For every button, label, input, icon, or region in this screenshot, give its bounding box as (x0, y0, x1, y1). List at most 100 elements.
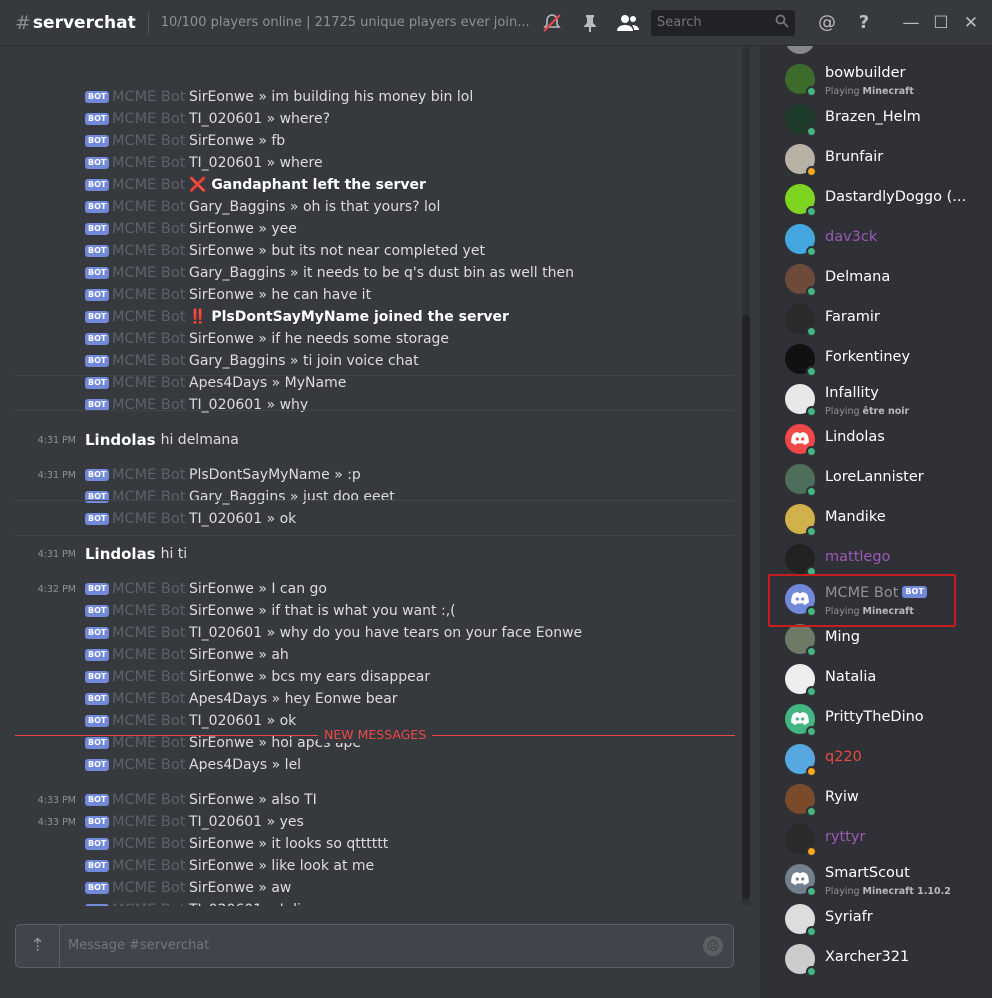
member-name[interactable]: Forkentiney (825, 349, 910, 365)
member-item[interactable]: PrittyTheDino (760, 699, 992, 739)
message-row[interactable]: 4:31 PM Lindolas hi ti (0, 543, 740, 565)
message-scrollbar-thumb[interactable] (742, 315, 750, 899)
member-name[interactable]: Faramir (825, 309, 880, 325)
emoji-picker-icon[interactable]: ☹ (703, 936, 723, 956)
member-name[interactable]: DastardlyDoggo (... (825, 189, 966, 205)
message-row[interactable]: BOT MCME Bot ❌ Gandaphant left the server (0, 174, 740, 196)
member-name[interactable]: Brazen_Helm (825, 109, 921, 125)
minimize-icon[interactable]: — (900, 12, 922, 34)
message-author[interactable]: MCME Bot (112, 899, 185, 906)
member-item[interactable]: LoreLannister (760, 459, 992, 499)
message-row[interactable]: 4:33 PM BOT MCME Bot TI_020601 » yes (0, 811, 740, 833)
message-author[interactable]: MCME Bot (112, 666, 185, 688)
message-author[interactable]: MCME Bot (112, 877, 185, 899)
member-item[interactable]: DastardlyDoggo (... (760, 179, 992, 219)
member-item[interactable]: Lindolas (760, 419, 992, 459)
message-author[interactable]: MCME Bot (112, 174, 185, 196)
message-author[interactable]: MCME Bot (112, 328, 185, 350)
message-row[interactable]: BOTMCME Bot TI_020601 » I disagree (0, 899, 740, 906)
message-row[interactable]: BOT MCME Bot SirEonwe » im building his mo… (0, 86, 740, 108)
member-item[interactable]: Brazen_Helm (760, 99, 992, 139)
help-icon[interactable]: ? (853, 12, 875, 34)
member-name[interactable]: Delmana (825, 269, 890, 285)
member-item[interactable]: Natalia (760, 659, 992, 699)
message-author[interactable]: MCME Bot (112, 284, 185, 306)
message-author[interactable]: MCME Bot (112, 811, 185, 833)
member-name[interactable]: Mandike (825, 509, 886, 525)
member-item[interactable]: bowbuilder Playing Minecraft (760, 59, 992, 99)
member-name[interactable]: mattlego (825, 549, 890, 565)
message-row[interactable]: BOT MCME Bot SirEonwe » if he needs some s… (0, 328, 740, 350)
message-row[interactable]: BOT MCME Bot SirEonwe » ah (0, 644, 740, 666)
message-composer[interactable]: ⇡ Message #serverchat ☹ (15, 924, 734, 968)
message-row[interactable]: BOT MCME Bot Apes4Days » hey Eonwe bear (0, 688, 740, 710)
message-row[interactable]: 4:31 PM Lindolas hi delmana (0, 429, 740, 451)
member-item[interactable] (760, 46, 992, 59)
member-name[interactable]: Syriafr (825, 909, 873, 925)
member-name[interactable]: Xarcher321 (825, 949, 909, 965)
maximize-icon[interactable]: ☐ (930, 12, 952, 34)
member-name[interactable]: bowbuilder (825, 65, 905, 81)
message-author[interactable]: MCME Bot (112, 86, 185, 108)
message-author[interactable]: MCME Bot (112, 789, 185, 811)
message-row[interactable]: BOT MCME Bot SirEonwe » it looks so qttttt… (0, 833, 740, 855)
member-item[interactable]: Infallity Playing être noir (760, 379, 992, 419)
member-name[interactable]: q220 (825, 749, 862, 765)
member-name[interactable]: Infallity (825, 385, 879, 401)
member-name[interactable]: Lindolas (825, 429, 885, 445)
message-author[interactable]: MCME Bot (112, 622, 185, 644)
message-author[interactable]: MCME Bot (112, 644, 185, 666)
message-row[interactable]: BOT MCME Bot TI_020601 » where (0, 152, 740, 174)
message-row[interactable]: BOT MCME Bot TI_020601 » ok (0, 508, 740, 530)
message-author[interactable]: MCME Bot (112, 262, 185, 284)
message-author[interactable]: MCME Bot (112, 508, 185, 530)
message-author[interactable]: MCME Bot (112, 306, 185, 328)
member-list[interactable]: bowbuilder Playing Minecraft Brazen_Helm Br… (760, 46, 992, 998)
message-author[interactable]: MCME Bot (112, 710, 185, 732)
member-name[interactable]: Natalia (825, 669, 876, 685)
message-author[interactable]: MCME Bot (112, 240, 185, 262)
message-row[interactable]: BOT MCME Bot SirEonwe » like look at me (0, 855, 740, 877)
message-author[interactable]: MCME Bot (112, 152, 185, 174)
message-input[interactable]: Message #serverchat (68, 938, 209, 953)
channel-topic[interactable]: 10/100 players online | 21725 unique pla… (161, 15, 541, 30)
mention-icon[interactable]: @ (816, 12, 838, 34)
member-item[interactable]: Xarcher321 (760, 939, 992, 979)
message-author[interactable]: MCME Bot (112, 688, 185, 710)
message-row[interactable]: BOT MCME Bot Gary_Baggins » ti join voice … (0, 350, 740, 372)
search-input[interactable]: Search (651, 10, 795, 36)
message-author[interactable]: MCME Bot (112, 578, 185, 600)
message-author[interactable]: MCME Bot (112, 394, 185, 416)
message-row[interactable]: BOT MCME Bot TI_020601 » why (0, 394, 740, 416)
member-item[interactable]: Brunfair (760, 139, 992, 179)
member-name[interactable]: Ming (825, 629, 860, 645)
message-row[interactable]: BOT MCME Bot Apes4Days » lel (0, 754, 740, 776)
message-row[interactable]: BOT MCME Bot SirEonwe » but its not near c… (0, 240, 740, 262)
member-item[interactable]: Forkentiney (760, 339, 992, 379)
message-row[interactable]: BOT MCME Bot Gary_Baggins » oh is that you… (0, 196, 740, 218)
message-author[interactable]: MCME Bot (112, 196, 185, 218)
member-item[interactable]: Syriafr (760, 899, 992, 939)
member-name[interactable]: PrittyTheDino (825, 709, 924, 725)
member-name[interactable]: LoreLannister (825, 469, 924, 485)
member-item[interactable]: Mandike (760, 499, 992, 539)
message-list[interactable]: BOT MCME Bot SirEonwe » im building his mo… (0, 46, 745, 906)
member-item[interactable]: Delmana (760, 259, 992, 299)
message-author[interactable]: MCME Bot (112, 218, 185, 240)
message-row[interactable]: BOT MCME Bot SirEonwe » bcs my ears disapp… (0, 666, 740, 688)
message-author[interactable]: Lindolas (85, 543, 156, 565)
member-name[interactable]: ryttyr (825, 829, 865, 845)
message-author[interactable]: MCME Bot (112, 833, 185, 855)
member-item[interactable]: SmartScout Playing Minecraft 1.10.2 (760, 859, 992, 899)
message-author[interactable]: MCME Bot (112, 130, 185, 152)
member-item[interactable]: mattlego (760, 539, 992, 579)
message-author[interactable]: MCME Bot (112, 600, 185, 622)
member-item[interactable]: Faramir (760, 299, 992, 339)
member-item[interactable]: dav3ck (760, 219, 992, 259)
member-name[interactable]: SmartScout (825, 865, 910, 881)
members-icon[interactable] (616, 12, 639, 34)
message-row[interactable]: BOT MCME Bot Gary_Baggins » just doo eeet (0, 486, 740, 508)
message-author[interactable]: MCME Bot (112, 350, 185, 372)
message-row[interactable]: BOT MCME Bot ‼️ PlsDontSayMyName joined th… (0, 306, 740, 328)
message-row[interactable]: BOT MCME Bot SirEonwe » aw (0, 877, 740, 899)
